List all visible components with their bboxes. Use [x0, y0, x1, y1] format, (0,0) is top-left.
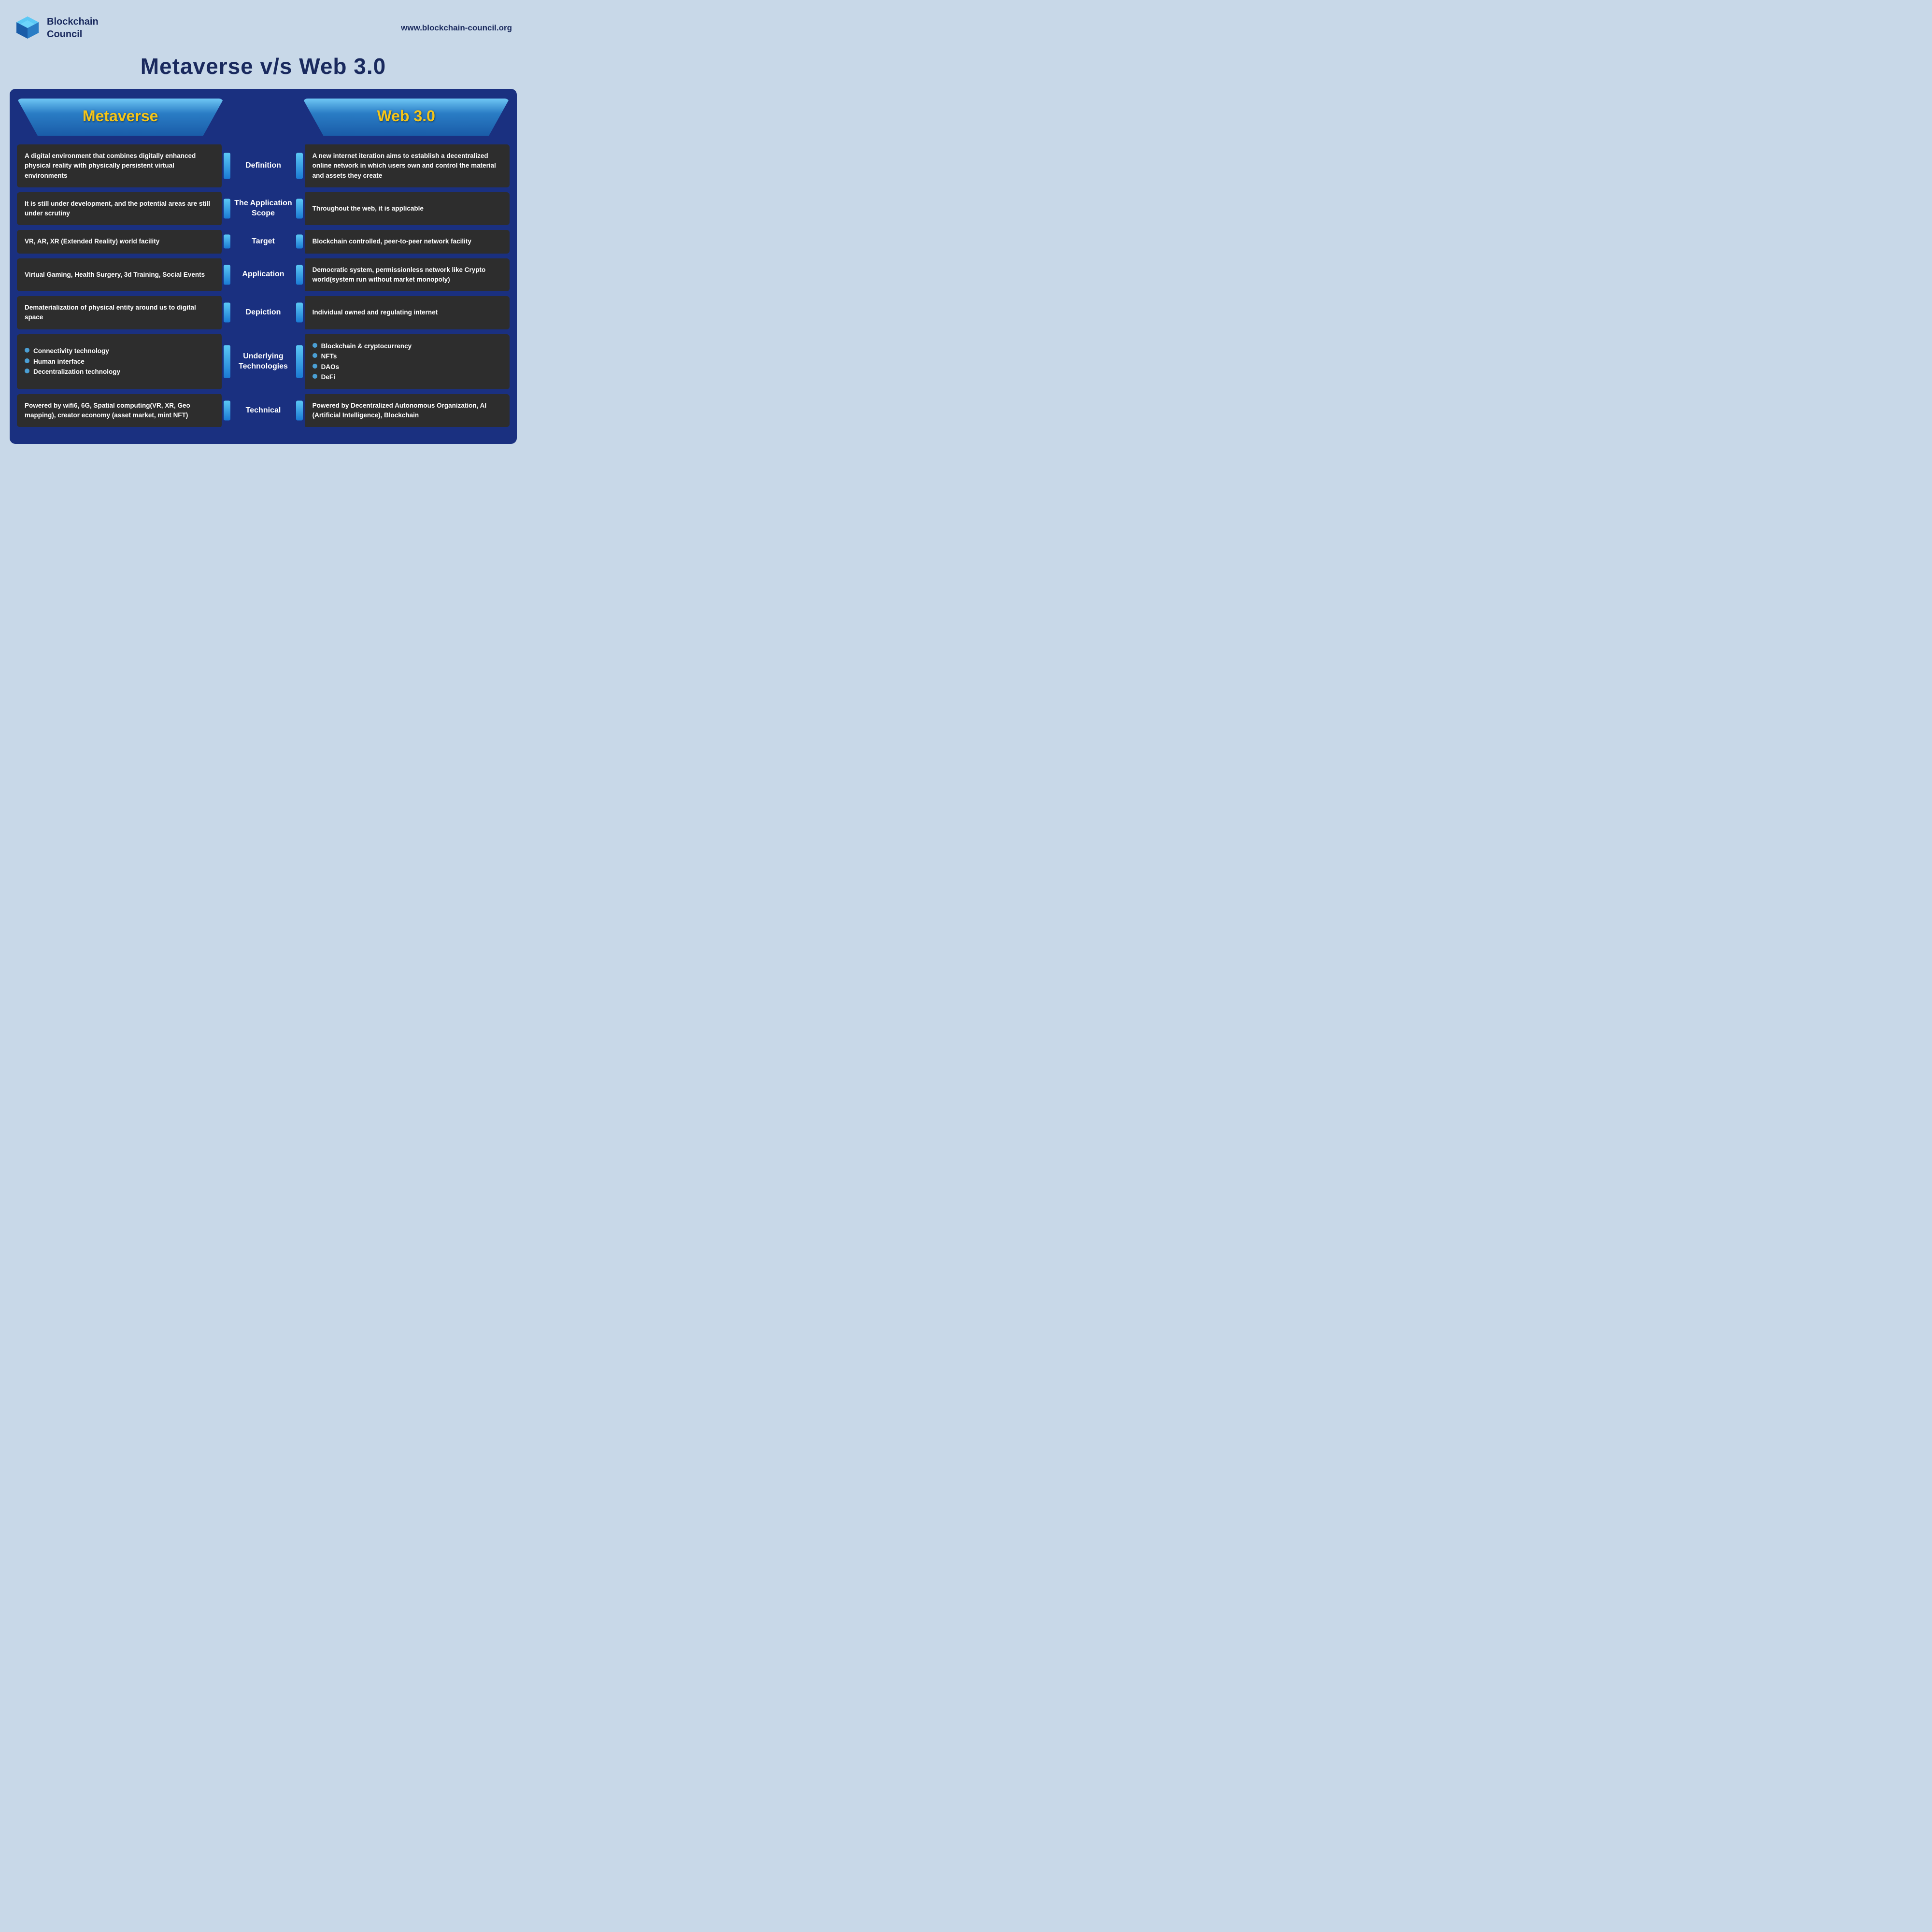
left-cell: Dematerialization of physical entity aro… — [17, 296, 224, 329]
cell-text: Throughout the web, it is applicable — [313, 204, 424, 213]
left-cell: A digital environment that combines digi… — [17, 144, 224, 187]
center-label: Underlying Technologies — [224, 334, 302, 389]
right-cell: A new internet iteration aims to establi… — [303, 144, 510, 187]
left-cell: VR, AR, XR (Extended Reality) world faci… — [17, 230, 224, 253]
cell-text: A digital environment that combines digi… — [25, 151, 214, 181]
logo-text: Blockchain Council — [47, 15, 99, 41]
list-item: DAOs — [313, 362, 412, 372]
bullet-dot — [25, 358, 29, 363]
cell-text: Blockchain controlled, peer-to-peer netw… — [313, 237, 471, 246]
bullet-dot — [25, 369, 29, 373]
cell-text: A new internet iteration aims to establi… — [313, 151, 502, 181]
center-label: Definition — [224, 144, 302, 187]
cell-text: Democratic system, permissionless networ… — [313, 265, 502, 285]
bullet-dot — [25, 348, 29, 353]
left-cell: It is still under development, and the p… — [17, 192, 224, 226]
left-cell: Powered by wifi6, 6G, Spatial computing(… — [17, 394, 224, 427]
cell-text: Individual owned and regulating internet — [313, 308, 438, 317]
bullet-dot — [313, 364, 317, 369]
left-cell: Connectivity technologyHuman interfaceDe… — [17, 334, 224, 389]
cell-text: It is still under development, and the p… — [25, 199, 214, 219]
right-cell: Powered by Decentralized Autonomous Orga… — [303, 394, 510, 427]
logo-area: Blockchain Council — [14, 14, 99, 41]
cell-text: Virtual Gaming, Health Surgery, 3d Train… — [25, 270, 205, 280]
center-label: Application — [224, 258, 302, 292]
cell-text: Powered by wifi6, 6G, Spatial computing(… — [25, 401, 214, 421]
list-item: NFTs — [313, 351, 412, 362]
list-item: Decentralization technology — [25, 367, 120, 377]
bullet-dot — [313, 353, 317, 358]
header: Blockchain Council www.blockchain-counci… — [10, 10, 517, 48]
cell-text: Powered by Decentralized Autonomous Orga… — [313, 401, 502, 421]
bullet-dot — [313, 343, 317, 348]
comparison-row: Dematerialization of physical entity aro… — [17, 296, 510, 329]
list-item: DeFi — [313, 372, 412, 383]
website-url: www.blockchain-council.org — [401, 23, 512, 33]
left-cell: Virtual Gaming, Health Surgery, 3d Train… — [17, 258, 224, 292]
comparison-row: VR, AR, XR (Extended Reality) world faci… — [17, 230, 510, 253]
center-label: Depiction — [224, 296, 302, 329]
comparison-container: Metaverse Web 3.0 A digital environment … — [10, 89, 517, 444]
bullet-dot — [313, 374, 317, 379]
cell-text: VR, AR, XR (Extended Reality) world faci… — [25, 237, 159, 246]
comparison-row: Powered by wifi6, 6G, Spatial computing(… — [17, 394, 510, 427]
center-label: The Application Scope — [224, 192, 302, 226]
metaverse-title: Metaverse — [83, 107, 158, 125]
right-cell: Individual owned and regulating internet — [303, 296, 510, 329]
right-cell: Throughout the web, it is applicable — [303, 192, 510, 226]
column-headers: Metaverse Web 3.0 — [17, 99, 510, 136]
web3-header: Web 3.0 — [303, 99, 510, 136]
comparison-row: Virtual Gaming, Health Surgery, 3d Train… — [17, 258, 510, 292]
cell-text: Dematerialization of physical entity aro… — [25, 303, 214, 323]
metaverse-header: Metaverse — [17, 99, 224, 136]
comparison-row: A digital environment that combines digi… — [17, 144, 510, 187]
center-label: Technical — [224, 394, 302, 427]
logo-icon — [14, 14, 41, 41]
right-cell: Blockchain controlled, peer-to-peer netw… — [303, 230, 510, 253]
page-wrapper: Blockchain Council www.blockchain-counci… — [0, 0, 526, 458]
main-title: Metaverse v/s Web 3.0 — [10, 48, 517, 89]
web3-title: Web 3.0 — [377, 107, 435, 125]
list-item: Human interface — [25, 356, 120, 367]
comparison-row: Connectivity technologyHuman interfaceDe… — [17, 334, 510, 389]
comparison-row: It is still under development, and the p… — [17, 192, 510, 226]
right-cell: Democratic system, permissionless networ… — [303, 258, 510, 292]
list-item: Blockchain & cryptocurrency — [313, 341, 412, 352]
center-label: Target — [224, 230, 302, 253]
list-item: Connectivity technology — [25, 346, 120, 356]
rows-container: A digital environment that combines digi… — [17, 144, 510, 427]
right-cell: Blockchain & cryptocurrencyNFTsDAOsDeFi — [303, 334, 510, 389]
